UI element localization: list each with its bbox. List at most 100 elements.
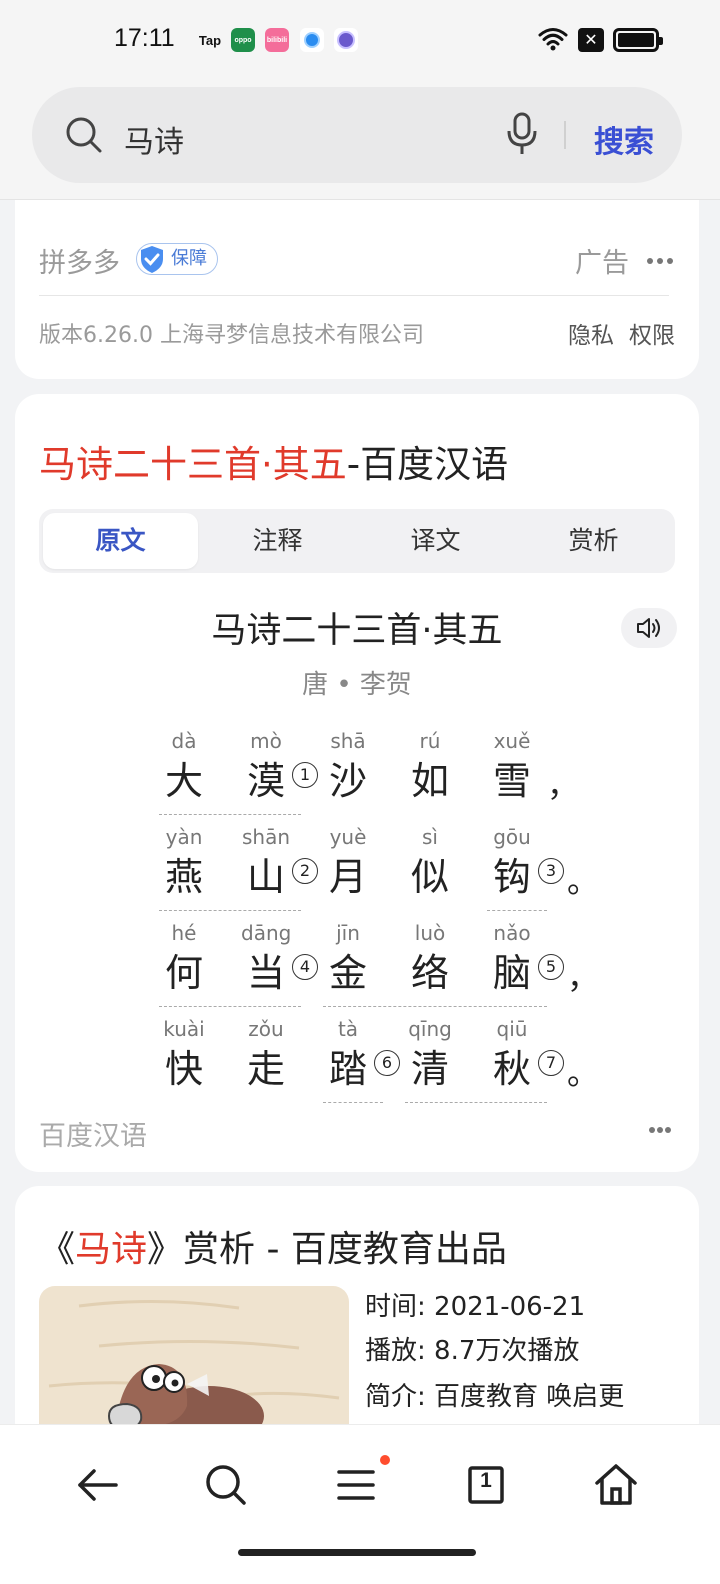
poem-char[interactable]: yuè 月 bbox=[323, 822, 405, 902]
search-header: 马诗 搜索 bbox=[0, 80, 720, 200]
pinyin: tà bbox=[337, 1017, 359, 1041]
punctuation: ， bbox=[547, 766, 580, 804]
ad-app-name[interactable]: 拼多多 bbox=[39, 241, 120, 280]
divider bbox=[39, 295, 669, 296]
hanzi: 燕 bbox=[164, 855, 203, 899]
tabs-button[interactable]: 1 bbox=[456, 1455, 516, 1515]
hanzi: 踏 bbox=[328, 1047, 367, 1091]
poem-char[interactable]: kuài 快 bbox=[159, 1014, 241, 1094]
permission-link[interactable]: 权限 bbox=[629, 316, 675, 350]
intro: 简介: 百度教育 唤启更 bbox=[365, 1376, 624, 1413]
poem-char[interactable]: gōu 钩 3 bbox=[487, 822, 569, 902]
bottom-nav: 1 bbox=[0, 1424, 720, 1584]
more-icon[interactable] bbox=[647, 258, 673, 266]
search-box[interactable]: 马诗 搜索 bbox=[32, 87, 682, 183]
search-input[interactable]: 马诗 bbox=[124, 117, 184, 161]
analysis-title[interactable]: 《马诗》赏析 - 百度教育出品 bbox=[39, 1220, 507, 1272]
pinyin: qiū bbox=[496, 1017, 528, 1041]
poem-char[interactable]: qiū 秋 7 bbox=[487, 1014, 569, 1094]
search-divider bbox=[564, 121, 566, 149]
browser-app-icon bbox=[300, 28, 324, 52]
planet-app-icon bbox=[334, 28, 358, 52]
home-indicator[interactable] bbox=[238, 1549, 476, 1556]
poem-char[interactable]: dāng 当 4 bbox=[241, 918, 323, 998]
hanzi: 山 bbox=[246, 855, 285, 899]
hanyu-card: 马诗二十三首·其五-百度汉语 原文 注释 译文 赏析 马诗二十三首·其五 唐 •… bbox=[15, 394, 699, 1172]
poem-char[interactable]: rú 如 bbox=[405, 726, 487, 806]
punctuation: 。 bbox=[567, 1054, 600, 1092]
pinyin: xuě bbox=[493, 729, 531, 753]
poem-char[interactable]: shā 沙 bbox=[323, 726, 405, 806]
pinyin: shā bbox=[330, 729, 366, 753]
shield-icon bbox=[141, 246, 163, 273]
poem-line: yàn 燕 shān 山 2 yuè 月 sì 似 gōu 钩 3。 bbox=[15, 822, 699, 918]
hanzi: 月 bbox=[328, 855, 367, 899]
poem-char[interactable]: hé 何 bbox=[159, 918, 241, 998]
annotation-marker[interactable]: 6 bbox=[374, 1050, 400, 1076]
plays-value: 8.7万次播放 bbox=[434, 1336, 580, 1366]
pinyin: hé bbox=[171, 921, 197, 945]
poem-char[interactable]: tà 踏 6 bbox=[323, 1014, 405, 1094]
status-bar: 17:11 Tap oppo bilibili ✕ bbox=[0, 0, 720, 80]
annotation-underline bbox=[159, 910, 301, 911]
privacy-link[interactable]: 隐私 bbox=[568, 316, 614, 350]
pinyin: jīn bbox=[336, 921, 360, 945]
guarantee-badge: 保障 bbox=[136, 243, 218, 275]
poem-char[interactable]: luò 络 bbox=[405, 918, 487, 998]
play-count: 播放: 8.7万次播放 bbox=[365, 1330, 579, 1367]
result-title[interactable]: 马诗二十三首·其五-百度汉语 bbox=[39, 434, 508, 488]
annotation-marker[interactable]: 4 bbox=[292, 954, 318, 980]
poem-char[interactable]: dà 大 bbox=[159, 726, 241, 806]
pinyin: kuài bbox=[163, 1017, 205, 1041]
poem-char[interactable]: shān 山 2 bbox=[241, 822, 323, 902]
result-title-source: -百度汉语 bbox=[346, 443, 509, 486]
poem-char[interactable]: sì 似 bbox=[405, 822, 487, 902]
bilibili-app-icon: bilibili bbox=[265, 28, 289, 52]
tab-notes[interactable]: 注释 bbox=[200, 513, 355, 569]
back-icon[interactable] bbox=[68, 1455, 128, 1515]
poem-line: hé 何 dāng 当 4 jīn 金 luò 络 nǎo 脑 5， bbox=[15, 918, 699, 1014]
hanzi: 大 bbox=[164, 759, 203, 803]
menu-icon[interactable] bbox=[326, 1455, 386, 1515]
tap-app-icon: Tap bbox=[198, 32, 222, 48]
poem-char[interactable]: zǒu 走 bbox=[241, 1014, 323, 1094]
poem-char[interactable]: yàn 燕 bbox=[159, 822, 241, 902]
annotation-marker[interactable]: 5 bbox=[538, 954, 564, 980]
annotation-marker[interactable]: 1 bbox=[292, 762, 318, 788]
hanzi: 快 bbox=[164, 1047, 203, 1091]
poem-tabbar: 原文 注释 译文 赏析 bbox=[39, 509, 675, 573]
annotation-marker[interactable]: 2 bbox=[292, 858, 318, 884]
wifi-icon bbox=[538, 28, 568, 51]
video-thumbnail[interactable] bbox=[39, 1286, 349, 1446]
pinyin: rú bbox=[419, 729, 441, 753]
pinyin: zǒu bbox=[248, 1017, 284, 1041]
tab-translation[interactable]: 译文 bbox=[358, 513, 513, 569]
annotation-underline bbox=[487, 910, 547, 911]
microphone-icon[interactable] bbox=[504, 111, 540, 157]
annotation-marker[interactable]: 3 bbox=[538, 858, 564, 884]
title-bracket: 《 bbox=[39, 1229, 76, 1270]
annotation-marker[interactable]: 7 bbox=[538, 1050, 564, 1076]
pinyin: qīng bbox=[408, 1017, 452, 1041]
analysis-title-highlight: 马诗 bbox=[75, 1229, 148, 1270]
tab-appreciation[interactable]: 赏析 bbox=[516, 513, 671, 569]
hanzi: 秋 bbox=[492, 1047, 531, 1091]
source-label[interactable]: 百度汉语 bbox=[39, 1114, 147, 1153]
search-icon[interactable] bbox=[196, 1455, 256, 1515]
result-title-highlight: 马诗二十三首·其五 bbox=[39, 443, 347, 486]
home-icon[interactable] bbox=[586, 1455, 646, 1515]
tab-original[interactable]: 原文 bbox=[43, 513, 198, 569]
poem-char[interactable]: qīng 清 bbox=[405, 1014, 487, 1094]
ad-label: 广告 bbox=[575, 248, 629, 279]
more-icon[interactable] bbox=[649, 1127, 675, 1135]
poem-char[interactable]: mò 漠 1 bbox=[241, 726, 323, 806]
read-aloud-button[interactable] bbox=[621, 608, 677, 648]
publish-time: 时间: 2021-06-21 bbox=[365, 1286, 585, 1323]
time-label: 时间: bbox=[365, 1292, 426, 1322]
status-time: 17:11 bbox=[114, 24, 175, 52]
poem-char[interactable]: jīn 金 bbox=[323, 918, 405, 998]
analysis-title-rest: 》赏析 - 百度教育出品 bbox=[147, 1229, 507, 1270]
poem-char[interactable]: nǎo 脑 5 bbox=[487, 918, 569, 998]
pinyin: shān bbox=[241, 825, 291, 849]
search-button[interactable]: 搜索 bbox=[594, 117, 654, 161]
